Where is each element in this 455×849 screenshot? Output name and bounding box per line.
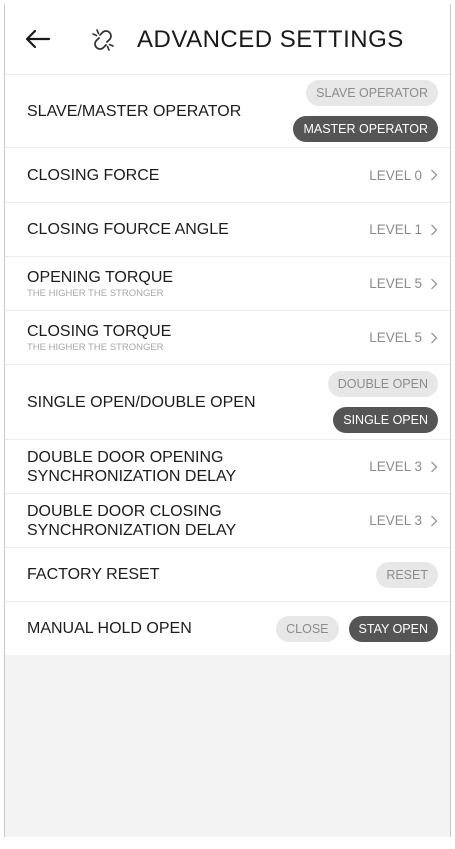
opening-torque-label: OPENING TORQUE <box>27 269 173 286</box>
close-button[interactable]: CLOSE <box>276 616 338 642</box>
closing-torque-hint: THE HIGHER THE STRONGER <box>27 342 171 353</box>
opening-torque-value[interactable]: LEVEL 5 <box>369 276 438 291</box>
single-double-options: DOUBLE OPEN SINGLE OPEN <box>328 371 438 433</box>
double-open-button[interactable]: DOUBLE OPEN <box>328 371 438 397</box>
opening-sync-delay-line-1: DOUBLE DOOR OPENING <box>27 449 223 466</box>
row-closing-force[interactable]: CLOSING FORCE LEVEL 0 <box>5 147 450 202</box>
row-single-double-open: SINGLE OPEN/DOUBLE OPEN DOUBLE OPEN SING… <box>5 364 450 439</box>
chevron-right-icon <box>430 515 438 527</box>
closing-torque-text: CLOSING TORQUE THE HIGHER THE STRONGER <box>27 322 171 353</box>
manual-hold-label: MANUAL HOLD OPEN <box>27 619 192 638</box>
phone-screen: ADVANCED SETTINGS SLAVE/MASTER OPERATOR … <box>4 4 451 837</box>
closing-torque-label: CLOSING TORQUE <box>27 323 171 340</box>
closing-force-angle-label: CLOSING FOURCE ANGLE <box>27 220 229 239</box>
single-open-button[interactable]: SINGLE OPEN <box>333 407 438 433</box>
closing-sync-delay-value[interactable]: LEVEL 3 <box>369 513 438 528</box>
closing-force-label: CLOSING FORCE <box>27 166 159 185</box>
row-closing-force-angle[interactable]: CLOSING FOURCE ANGLE LEVEL 1 <box>5 202 450 256</box>
reset-button[interactable]: RESET <box>376 562 438 588</box>
closing-force-value[interactable]: LEVEL 0 <box>369 168 438 183</box>
chevron-right-icon <box>430 169 438 181</box>
factory-reset-label: FACTORY RESET <box>27 565 159 584</box>
opening-sync-delay-level: LEVEL 3 <box>369 459 422 474</box>
row-closing-sync-delay[interactable]: DOUBLE DOOR CLOSING SYNCHRONIZATION DELA… <box>5 493 450 547</box>
opening-torque-hint: THE HIGHER THE STRONGER <box>27 288 173 299</box>
row-opening-sync-delay[interactable]: DOUBLE DOOR OPENING SYNCHRONIZATION DELA… <box>5 439 450 493</box>
row-factory-reset: FACTORY RESET RESET <box>5 547 450 601</box>
chevron-right-icon <box>430 332 438 344</box>
chevron-right-icon <box>430 224 438 236</box>
slave-master-options: SLAVE OPERATOR MASTER OPERATOR <box>293 80 438 142</box>
closing-sync-delay-level: LEVEL 3 <box>369 513 422 528</box>
closing-sync-delay-label: DOUBLE DOOR CLOSING SYNCHRONIZATION DELA… <box>27 502 236 540</box>
row-slave-master-operator: SLAVE/MASTER OPERATOR SLAVE OPERATOR MAS… <box>5 74 450 147</box>
header: ADVANCED SETTINGS <box>5 4 450 74</box>
closing-force-angle-level: LEVEL 1 <box>369 222 422 237</box>
closing-torque-level: LEVEL 5 <box>369 330 422 345</box>
opening-torque-text: OPENING TORQUE THE HIGHER THE STRONGER <box>27 268 173 299</box>
page-title: ADVANCED SETTINGS <box>137 26 404 54</box>
master-operator-button[interactable]: MASTER OPERATOR <box>293 116 438 142</box>
row-closing-torque[interactable]: CLOSING TORQUE THE HIGHER THE STRONGER L… <box>5 310 450 364</box>
back-arrow-icon[interactable] <box>23 26 51 52</box>
stay-open-button[interactable]: STAY OPEN <box>349 616 438 642</box>
single-double-label: SINGLE OPEN/DOUBLE OPEN <box>27 393 256 412</box>
row-opening-torque[interactable]: OPENING TORQUE THE HIGHER THE STRONGER L… <box>5 256 450 310</box>
row-manual-hold-open: MANUAL HOLD OPEN CLOSE STAY OPEN <box>5 601 450 655</box>
slave-operator-button[interactable]: SLAVE OPERATOR <box>306 80 438 106</box>
broken-link-icon[interactable] <box>89 26 117 54</box>
settings-list: SLAVE/MASTER OPERATOR SLAVE OPERATOR MAS… <box>5 74 450 655</box>
opening-sync-delay-line-2: SYNCHRONIZATION DELAY <box>27 468 236 485</box>
chevron-right-icon <box>430 278 438 290</box>
chevron-right-icon <box>430 461 438 473</box>
opening-sync-delay-value[interactable]: LEVEL 3 <box>369 459 438 474</box>
closing-sync-delay-line-1: DOUBLE DOOR CLOSING <box>27 503 222 520</box>
closing-force-level: LEVEL 0 <box>369 168 422 183</box>
closing-force-angle-value[interactable]: LEVEL 1 <box>369 222 438 237</box>
opening-sync-delay-label: DOUBLE DOOR OPENING SYNCHRONIZATION DELA… <box>27 448 236 486</box>
closing-sync-delay-line-2: SYNCHRONIZATION DELAY <box>27 522 236 539</box>
manual-hold-options: CLOSE STAY OPEN <box>276 616 438 642</box>
slave-master-label: SLAVE/MASTER OPERATOR <box>27 102 241 121</box>
opening-torque-level: LEVEL 5 <box>369 276 422 291</box>
closing-torque-value[interactable]: LEVEL 5 <box>369 330 438 345</box>
